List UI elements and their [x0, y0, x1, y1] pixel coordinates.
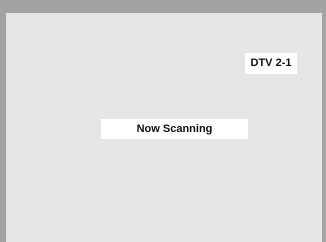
channel-badge: DTV 2-1	[245, 53, 297, 74]
scan-status-label: Now Scanning	[101, 119, 248, 139]
